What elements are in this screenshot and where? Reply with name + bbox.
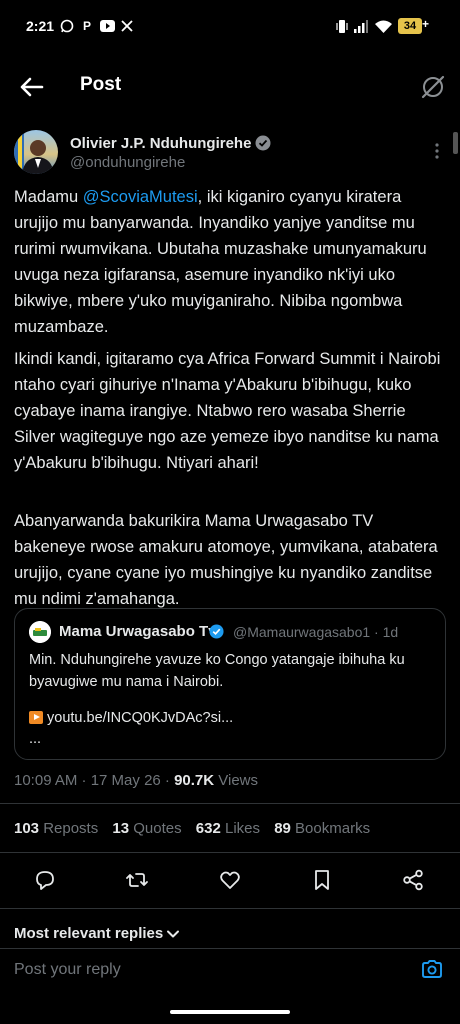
signal-icon bbox=[354, 20, 368, 33]
bookmarks-count: 89 bbox=[274, 820, 291, 837]
quote-author-name: Mama Urwagasabo Tv bbox=[59, 623, 217, 640]
quotes-count: 13 bbox=[112, 820, 130, 837]
battery-charging: + bbox=[422, 17, 430, 31]
bookmarks-stat[interactable]: 89 Bookmarks bbox=[274, 820, 370, 837]
quote-ellipsis: ... bbox=[29, 731, 42, 747]
repost-icon[interactable] bbox=[125, 868, 149, 892]
post-text-prefix: Madamu bbox=[14, 188, 83, 206]
home-indicator[interactable] bbox=[170, 1010, 290, 1014]
youtube-icon bbox=[100, 20, 115, 32]
p-icon: P bbox=[82, 19, 91, 33]
quote-avatar bbox=[29, 621, 51, 643]
quote-link-row[interactable]: youtu.be/INCQ0KJvDAc?si... bbox=[29, 709, 233, 726]
post-meta: 10:09 AM · 17 May 26 · 90.7K Views bbox=[14, 772, 258, 789]
wifi-icon bbox=[375, 20, 392, 33]
like-icon[interactable] bbox=[218, 868, 242, 892]
quote-handle-time: @Mamaurwagasabo1 · 1d bbox=[233, 624, 399, 640]
post-timestamp[interactable]: 10:09 AM · 17 May 26 · bbox=[14, 772, 174, 789]
likes-count: 632 bbox=[195, 820, 221, 837]
author-avatar[interactable] bbox=[14, 130, 58, 174]
replies-sort-label[interactable]: Most relevant replies bbox=[14, 925, 163, 942]
grok-icon[interactable] bbox=[420, 74, 446, 100]
verified-badge-icon bbox=[255, 135, 271, 151]
author-handle[interactable]: @onduhungirehe bbox=[70, 154, 185, 171]
status-time: 2:21 bbox=[26, 18, 55, 34]
divider bbox=[0, 908, 460, 909]
post-paragraph-1: Madamu @ScoviaMutesi, iki kiganiro cyany… bbox=[14, 184, 446, 340]
mention-link[interactable]: @ScoviaMutesi bbox=[83, 188, 198, 206]
quotes-label: Quotes bbox=[129, 820, 182, 837]
likes-stat[interactable]: 632 Likes bbox=[196, 820, 260, 837]
play-button-icon bbox=[29, 711, 43, 724]
engagement-stats: 103 Reposts 13 Quotes 632 Likes 89 Bookm… bbox=[14, 820, 380, 837]
status-bar: 2:21 P 34 + bbox=[0, 0, 460, 44]
views-count: 90.7K bbox=[174, 772, 215, 789]
post-paragraph-2: Ikindi kandi, igitaramo cya Africa Forwa… bbox=[14, 350, 441, 472]
chevron-down-icon[interactable] bbox=[166, 927, 180, 941]
page-title: Post bbox=[80, 74, 122, 95]
quote-link[interactable]: youtu.be/INCQ0KJvDAc?si... bbox=[47, 710, 233, 726]
quote-avatar-logo bbox=[29, 621, 51, 643]
reposts-stat[interactable]: 103 Reposts bbox=[14, 820, 98, 837]
camera-icon[interactable] bbox=[420, 957, 444, 981]
vibrate-icon bbox=[336, 20, 348, 33]
views-label: Views bbox=[214, 772, 259, 789]
author-name[interactable]: Olivier J.P. Nduhungirehe bbox=[70, 135, 251, 152]
share-icon[interactable] bbox=[401, 868, 425, 892]
bookmark-icon[interactable] bbox=[310, 868, 334, 892]
back-arrow-icon[interactable] bbox=[18, 74, 46, 100]
battery-level: 34 bbox=[398, 18, 422, 34]
reply-icon[interactable] bbox=[33, 868, 57, 892]
whatsapp-icon bbox=[60, 19, 74, 33]
more-options-icon[interactable] bbox=[432, 142, 442, 160]
scroll-indicator[interactable] bbox=[453, 132, 458, 154]
x-icon bbox=[121, 20, 133, 32]
reposts-count: 103 bbox=[14, 820, 40, 837]
likes-label: Likes bbox=[220, 820, 261, 837]
bookmarks-label: Bookmarks bbox=[290, 820, 371, 837]
avatar-portrait bbox=[14, 130, 54, 174]
quotes-stat[interactable]: 13 Quotes bbox=[112, 820, 181, 837]
post-paragraph-3: Abanyarwanda bakurikira Mama Urwagasabo … bbox=[14, 512, 438, 608]
quoted-post[interactable]: Mama Urwagasabo Tv @Mamaurwagasabo1 · 1d… bbox=[14, 608, 446, 760]
divider bbox=[0, 852, 460, 853]
quote-verified-badge-icon bbox=[209, 624, 224, 639]
post-text: , iki kiganiro cyanyu kiratera urujijo m… bbox=[14, 188, 427, 336]
divider bbox=[0, 948, 460, 949]
quote-text: Min. Nduhungirehe yavuze ko Congo yatang… bbox=[29, 652, 405, 690]
divider bbox=[0, 803, 460, 804]
reposts-label: Reposts bbox=[39, 820, 99, 837]
reply-input[interactable]: Post your reply bbox=[14, 961, 121, 979]
